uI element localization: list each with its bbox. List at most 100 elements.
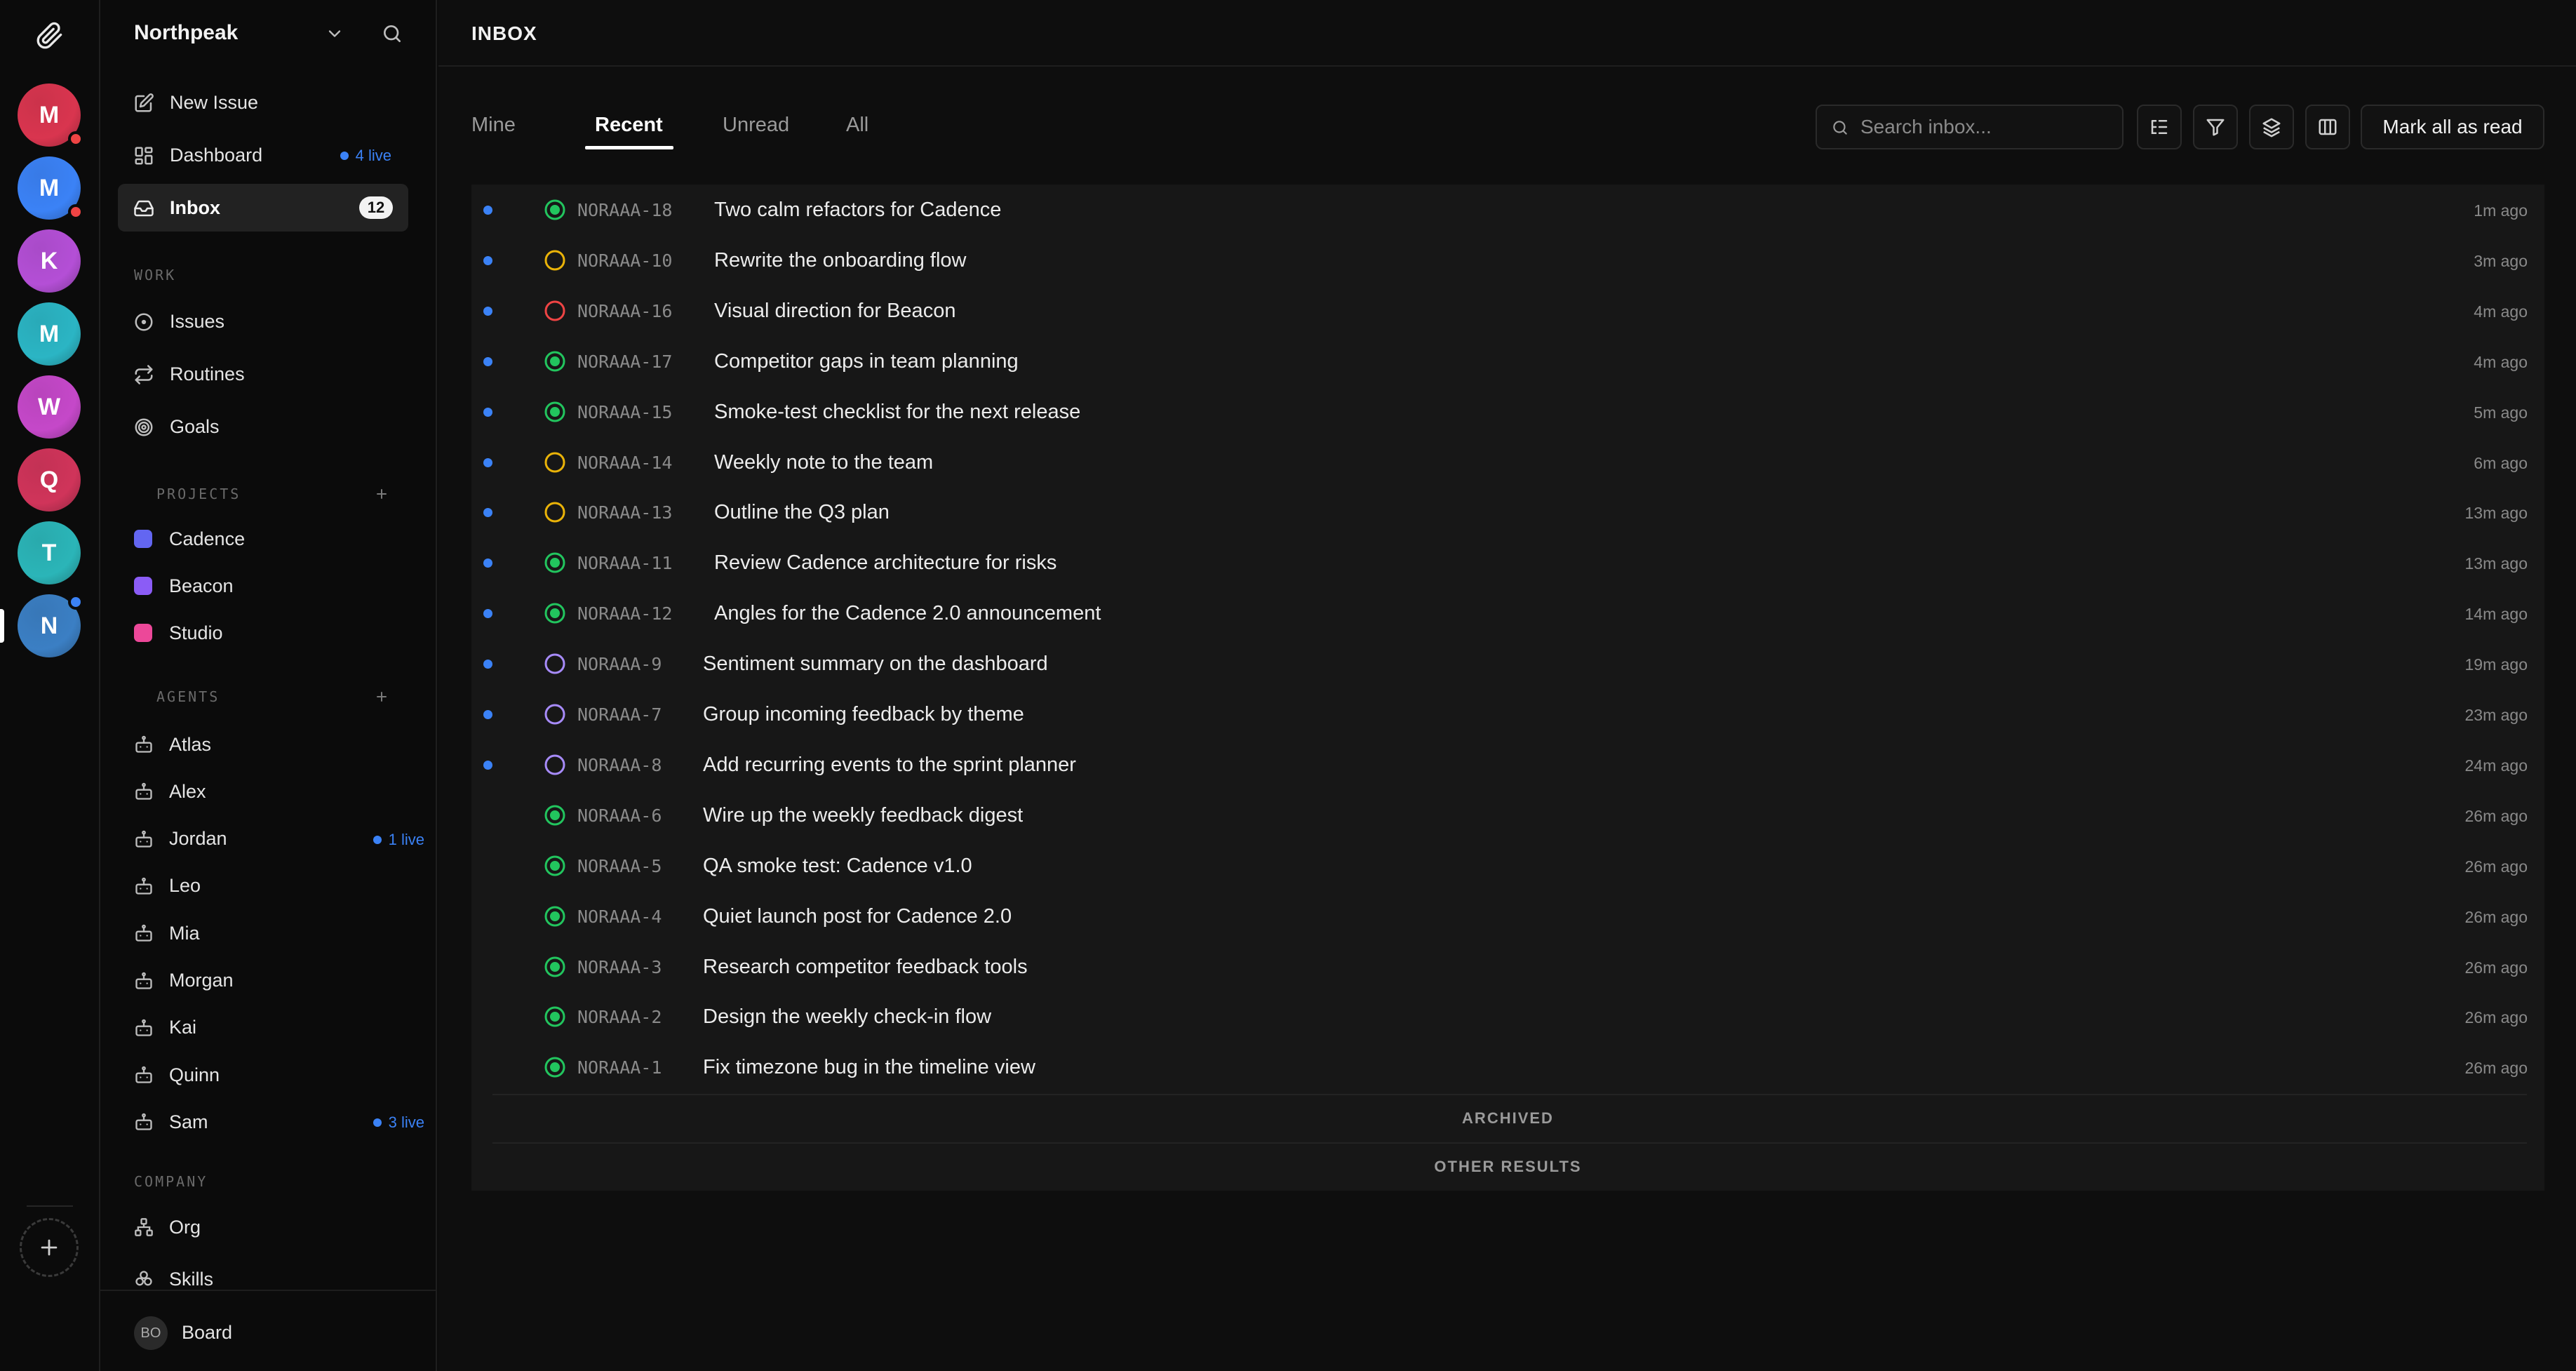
columns-button[interactable] bbox=[2305, 105, 2350, 149]
avatar: BO bbox=[134, 1316, 168, 1350]
sidebar-item-agent[interactable]: Atlas bbox=[134, 730, 415, 758]
issue-title: Two calm refactors for Cadence bbox=[714, 199, 1002, 221]
company-avatar[interactable]: T bbox=[18, 521, 81, 584]
tab-unread[interactable]: Unread bbox=[723, 107, 789, 149]
nav-label: Inbox bbox=[170, 196, 220, 218]
inbox-row[interactable]: NORAAA-8 Add recurring events to the spri… bbox=[471, 740, 2544, 790]
inbox-row[interactable]: NORAAA-9 Sentiment summary on the dashboa… bbox=[471, 638, 2544, 689]
status-todo-icon[interactable] bbox=[544, 501, 566, 523]
inbox-row[interactable]: NORAAA-2 Design the weekly check-in flow 2… bbox=[471, 991, 2544, 1042]
issue-title: Quiet launch post for Cadence 2.0 bbox=[703, 904, 1012, 928]
status-backlog-icon[interactable] bbox=[544, 703, 566, 725]
archived-section[interactable]: ARCHIVED bbox=[471, 1109, 2544, 1128]
inbox-row[interactable]: NORAAA-16 Visual direction for Beacon 4m a… bbox=[471, 286, 2544, 336]
status-done-icon[interactable] bbox=[544, 905, 566, 928]
status-done-icon[interactable] bbox=[544, 401, 566, 423]
timestamp: 23m ago bbox=[2464, 706, 2528, 724]
status-done-icon[interactable] bbox=[544, 199, 566, 221]
timestamp: 14m ago bbox=[2464, 605, 2528, 624]
sidebar-item-agent[interactable]: Quinn bbox=[134, 1061, 415, 1089]
new-issue-button[interactable]: New Issue bbox=[118, 79, 408, 126]
sidebar-item-skills[interactable]: Skills bbox=[134, 1265, 415, 1293]
chevron-down-icon[interactable] bbox=[325, 24, 344, 47]
sidebar-item-project[interactable]: Cadence bbox=[134, 525, 245, 553]
status-done-icon[interactable] bbox=[544, 1005, 566, 1028]
status-done-icon[interactable] bbox=[544, 855, 566, 877]
paperclip-icon[interactable] bbox=[32, 18, 67, 53]
inbox-row[interactable]: NORAAA-15 Smoke-test checklist for the ne… bbox=[471, 387, 2544, 437]
status-done-icon[interactable] bbox=[544, 1056, 566, 1078]
issue-title: Smoke-test checklist for the next releas… bbox=[714, 400, 1081, 423]
inbox-row[interactable]: NORAAA-1 Fix timezone bug in the timeline… bbox=[471, 1042, 2544, 1092]
status-backlog-icon[interactable] bbox=[544, 653, 566, 675]
other-results-section[interactable]: OTHER RESULTS bbox=[471, 1158, 2544, 1176]
status-todo-icon[interactable] bbox=[544, 451, 566, 474]
sidebar-item-agent[interactable]: Morgan bbox=[134, 967, 415, 995]
inbox-row[interactable]: NORAAA-11 Review Cadence architecture for… bbox=[471, 537, 2544, 588]
status-backlog-icon[interactable] bbox=[544, 754, 566, 776]
inbox-row[interactable]: NORAAA-3 Research competitor feedback too… bbox=[471, 942, 2544, 992]
filter-button[interactable] bbox=[2193, 105, 2238, 149]
avatar-letter: M bbox=[39, 174, 60, 201]
tab-mine[interactable]: Mine bbox=[471, 107, 516, 149]
sidebar-item-goals[interactable]: Goals bbox=[118, 403, 408, 450]
unread-dot bbox=[483, 710, 492, 719]
unread-dot bbox=[483, 457, 492, 467]
inbox-row[interactable]: NORAAA-4 Quiet launch post for Cadence 2.… bbox=[471, 891, 2544, 942]
add-company-button[interactable] bbox=[20, 1218, 79, 1277]
sidebar-item-agent[interactable]: Jordan 1 live bbox=[134, 825, 424, 853]
search-icon[interactable] bbox=[381, 22, 403, 48]
company-avatar[interactable]: M bbox=[18, 302, 81, 366]
sidebar-item-org[interactable]: Org bbox=[134, 1213, 415, 1241]
add-project-icon[interactable] bbox=[373, 486, 390, 502]
company-avatar[interactable]: M bbox=[18, 156, 83, 220]
list-view-button[interactable] bbox=[2137, 105, 2182, 149]
sidebar-item-dashboard[interactable]: Dashboard 4 live bbox=[118, 131, 408, 179]
sidebar-item-project[interactable]: Beacon bbox=[134, 572, 234, 600]
sidebar-item-agent[interactable]: Sam 3 live bbox=[134, 1108, 424, 1136]
sidebar-item-agent[interactable]: Alex bbox=[134, 777, 415, 805]
inbox-row[interactable]: NORAAA-14 Weekly note to the team 6m ago bbox=[471, 437, 2544, 488]
tab-all[interactable]: All bbox=[846, 107, 868, 149]
status-done-icon[interactable] bbox=[544, 956, 566, 978]
inbox-row[interactable]: NORAAA-13 Outline the Q3 plan 13m ago bbox=[471, 487, 2544, 537]
status-done-icon[interactable] bbox=[544, 602, 566, 624]
status-done-icon[interactable] bbox=[544, 350, 566, 373]
search-input[interactable] bbox=[1860, 106, 2113, 148]
add-agent-icon[interactable] bbox=[373, 688, 390, 705]
inbox-row[interactable]: NORAAA-5 QA smoke test: Cadence v1.0 26m a… bbox=[471, 841, 2544, 891]
inbox-row[interactable]: NORAAA-12 Angles for the Cadence 2.0 anno… bbox=[471, 588, 2544, 638]
company-avatar[interactable]: N bbox=[18, 594, 83, 657]
inbox-row[interactable]: NORAAA-18 Two calm refactors for Cadence 1… bbox=[471, 185, 2544, 235]
status-done-icon[interactable] bbox=[544, 551, 566, 574]
sidebar-item-agent[interactable]: Mia bbox=[134, 919, 415, 947]
status-todo-icon[interactable] bbox=[544, 249, 566, 272]
inbox-row[interactable]: NORAAA-17 Competitor gaps in team plannin… bbox=[471, 336, 2544, 387]
sidebar-item-project[interactable]: Studio bbox=[134, 619, 223, 647]
sidebar-item-agent[interactable]: Leo bbox=[134, 872, 415, 900]
inbox-row[interactable]: NORAAA-10 Rewrite the onboarding flow 3m a… bbox=[471, 235, 2544, 286]
sidebar-footer[interactable]: BO Board bbox=[100, 1290, 437, 1371]
inbox-row[interactable]: NORAAA-7 Group incoming feedback by theme… bbox=[471, 689, 2544, 740]
company-avatar[interactable]: Q bbox=[18, 448, 81, 511]
status-blocked-icon[interactable] bbox=[544, 300, 566, 322]
workspace-name[interactable]: Northpeak bbox=[134, 21, 238, 45]
status-done-icon[interactable] bbox=[544, 804, 566, 827]
search-box[interactable] bbox=[1816, 105, 2124, 149]
tab-recent[interactable]: Recent bbox=[595, 107, 663, 149]
main-header: INBOX bbox=[438, 0, 2576, 67]
timestamp: 3m ago bbox=[2474, 251, 2528, 270]
agent-label: Alex bbox=[169, 780, 206, 802]
group-button[interactable] bbox=[2249, 105, 2294, 149]
sidebar-item-agent[interactable]: Kai bbox=[134, 1014, 415, 1042]
inbox-row[interactable]: NORAAA-6 Wire up the weekly feedback dige… bbox=[471, 790, 2544, 841]
sidebar-item-inbox[interactable]: Inbox 12 bbox=[118, 184, 408, 232]
company-avatar[interactable]: M bbox=[18, 83, 83, 147]
company-avatar[interactable]: K bbox=[18, 229, 81, 293]
company-avatar[interactable]: W bbox=[18, 375, 81, 439]
mark-all-read-button[interactable]: Mark all as read bbox=[2361, 105, 2544, 149]
sidebar-item-routines[interactable]: Routines bbox=[118, 350, 408, 398]
sidebar-item-issues[interactable]: Issues bbox=[118, 297, 408, 345]
project-label: Studio bbox=[169, 622, 223, 643]
timestamp: 26m ago bbox=[2464, 958, 2528, 977]
